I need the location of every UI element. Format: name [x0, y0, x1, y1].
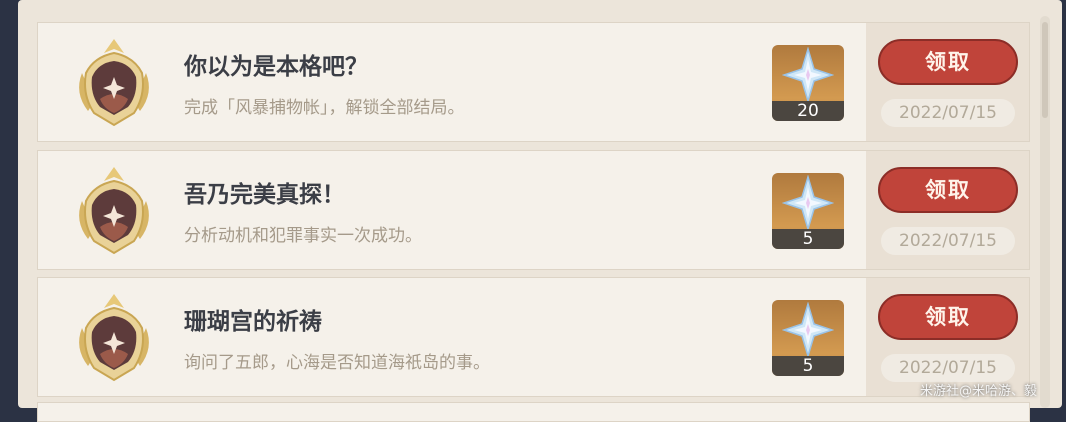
achievement-row: 珊瑚宫的祈祷 询问了五郎，心海是否知道海祇岛的事。 5 领取 2022/07/1…	[37, 277, 1030, 397]
reward-quantity: 20	[772, 101, 844, 121]
reward-quantity: 5	[772, 229, 844, 249]
achievement-title: 你以为是本格吧？	[184, 54, 368, 80]
achievement-title: 吾乃完美真探！	[184, 182, 345, 208]
reward-item[interactable]: 20	[772, 45, 844, 121]
primogem-icon	[782, 175, 834, 231]
achievement-title: 珊瑚宫的祈祷	[184, 309, 322, 335]
achievement-description: 询问了五郎，心海是否知道海祇岛的事。	[184, 353, 490, 373]
reward-item[interactable]: 5	[772, 173, 844, 249]
primogem-icon	[782, 302, 834, 358]
primogem-icon	[782, 47, 834, 103]
achievement-row-partial	[37, 402, 1030, 422]
claim-button[interactable]: 领取	[878, 294, 1018, 340]
watermark-text: 米游社@米哈游、毅	[920, 384, 1038, 399]
achievement-row: 你以为是本格吧？ 完成「风暴捕物帐」，解锁全部结局。 20 领取 2022/07…	[37, 22, 1030, 142]
achievement-date: 2022/07/15	[881, 354, 1015, 382]
achievement-description: 分析动机和犯罪事实一次成功。	[184, 226, 422, 246]
reward-quantity: 5	[772, 356, 844, 376]
achievement-date: 2022/07/15	[881, 227, 1015, 255]
achievement-badge-icon	[79, 39, 149, 127]
claim-button[interactable]: 领取	[878, 167, 1018, 213]
claim-button[interactable]: 领取	[878, 39, 1018, 85]
achievement-description: 完成「风暴捕物帐」，解锁全部结局。	[184, 98, 465, 118]
reward-item[interactable]: 5	[772, 300, 844, 376]
achievement-badge-icon	[79, 167, 149, 255]
achievement-row: 吾乃完美真探！ 分析动机和犯罪事实一次成功。 5 领取 2022/07/15	[37, 150, 1030, 270]
achievement-date: 2022/07/15	[881, 99, 1015, 127]
scrollbar-thumb[interactable]	[1042, 22, 1048, 118]
achievement-badge-icon	[79, 294, 149, 382]
